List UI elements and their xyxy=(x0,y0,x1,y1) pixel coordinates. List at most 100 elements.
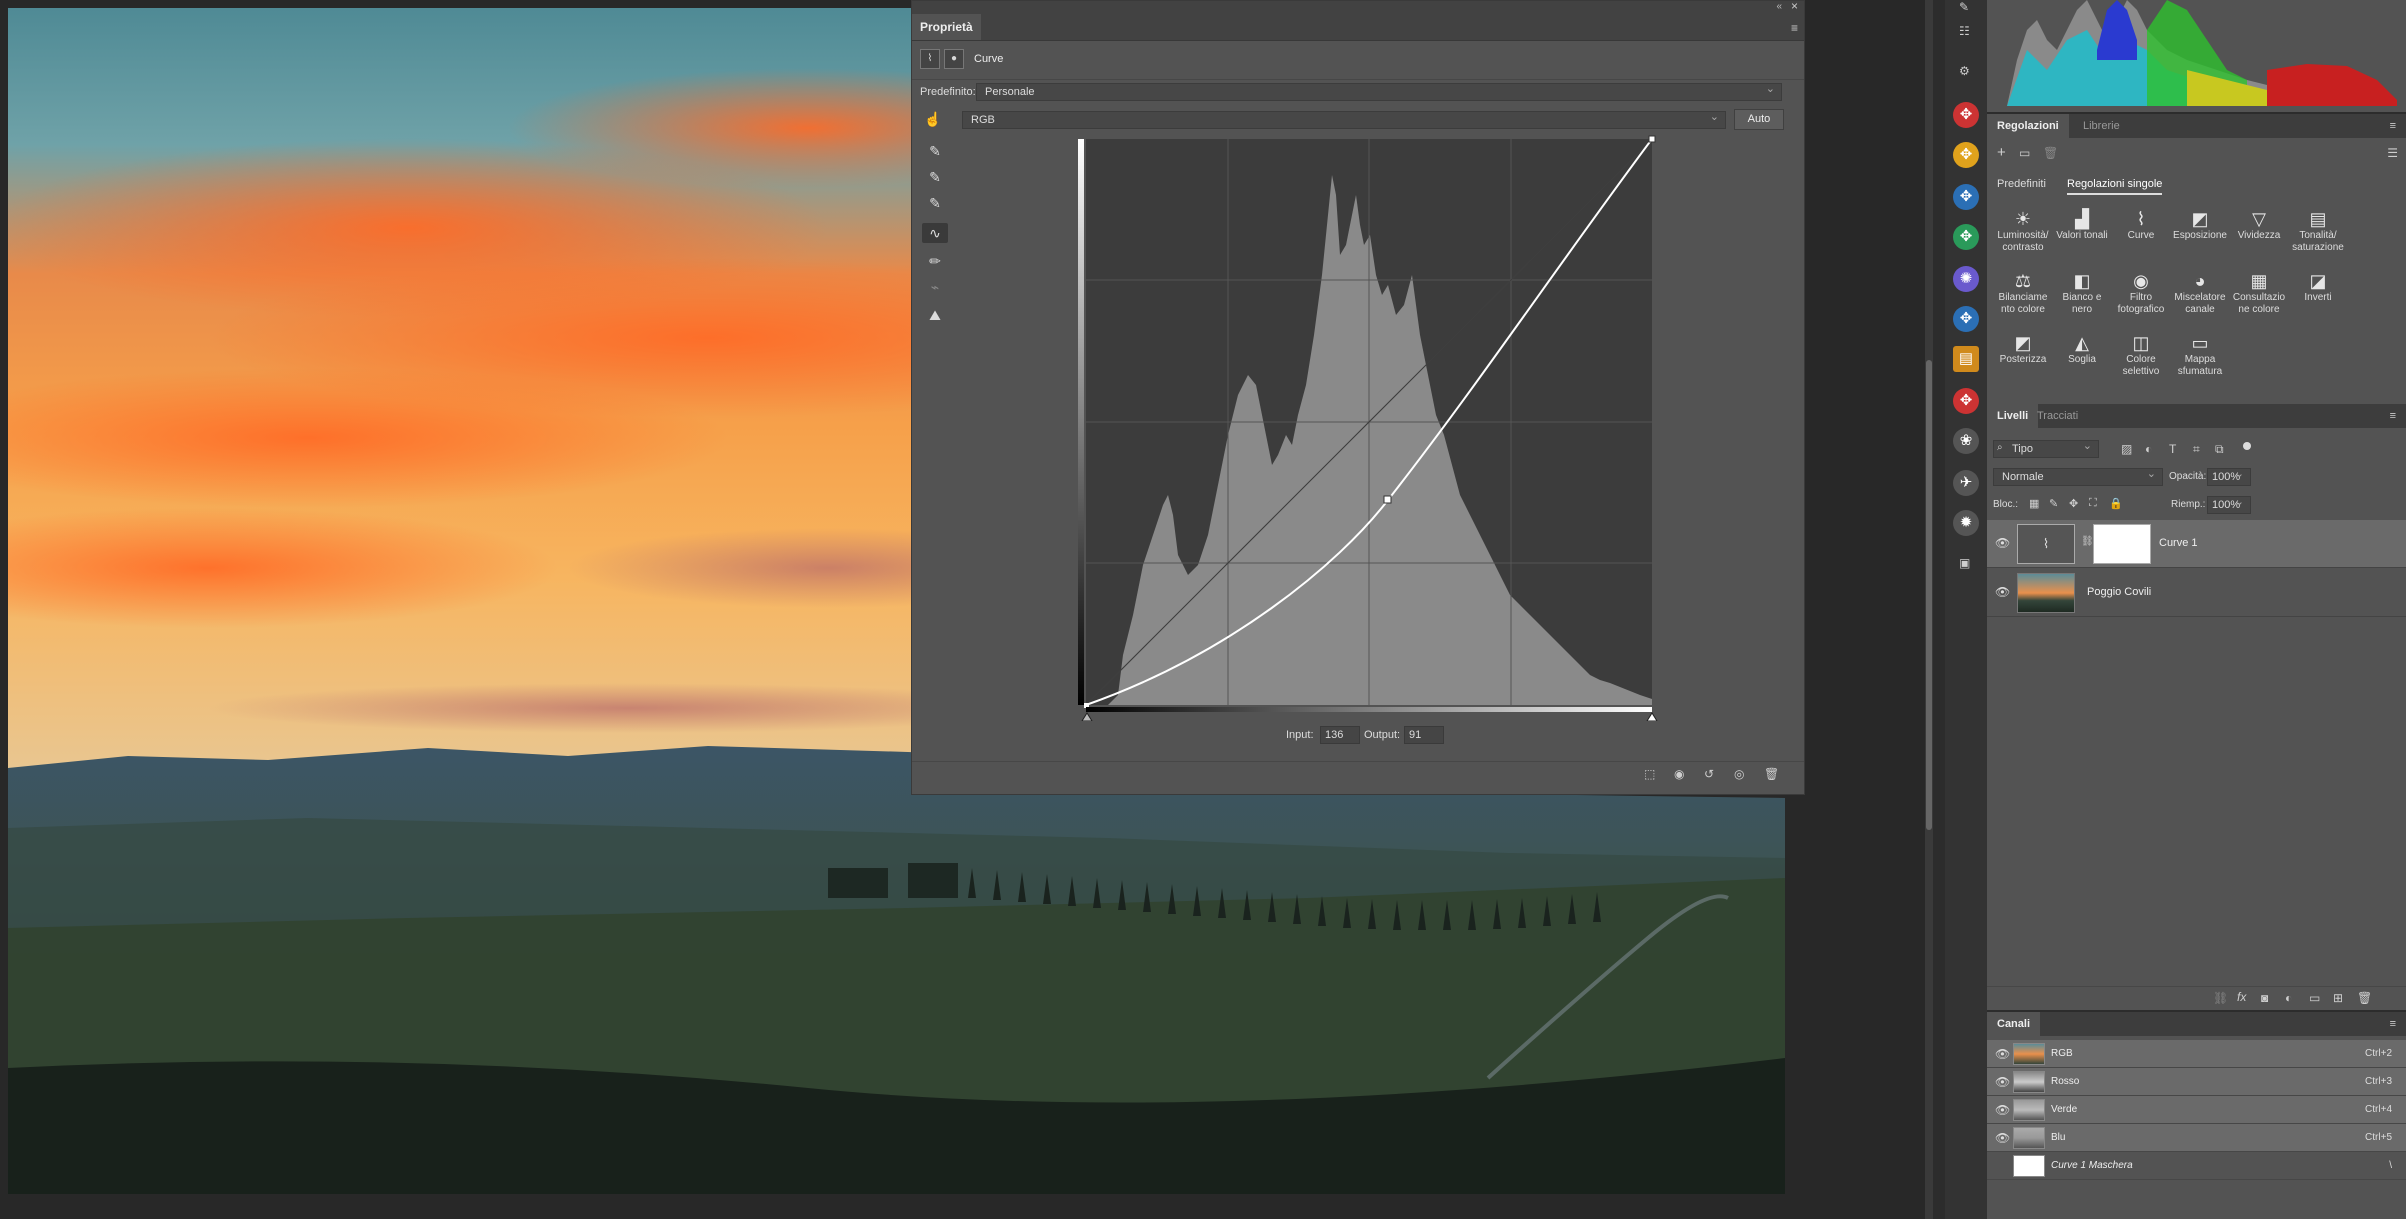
list-view-icon[interactable]: ☰ xyxy=(2387,146,2398,160)
canvas-scroll-thumb[interactable] xyxy=(1926,360,1932,830)
adjustment-gradient-map[interactable]: ▭ Mappa sfumatura xyxy=(2170,332,2230,378)
tab-libraries[interactable]: Librerie xyxy=(2073,114,2130,138)
tab-paths[interactable]: Tracciati xyxy=(2027,404,2088,428)
eye-icon[interactable]: 👁 xyxy=(1995,1131,2010,1145)
plugin-green-icon[interactable]: ✥ xyxy=(1953,224,1979,250)
lock-position-icon[interactable]: ✥ xyxy=(2069,497,2078,510)
link-icon[interactable]: ⛓ xyxy=(2081,536,2094,547)
adjustment-selective-color[interactable]: ◫ Colore selettivo xyxy=(2111,332,2171,378)
edit-points-icon[interactable]: ∿ xyxy=(922,223,948,243)
canvas-scrollbar[interactable] xyxy=(1925,0,1933,1219)
channel-row[interactable]: 👁 Verde Ctrl+4 xyxy=(1987,1096,2406,1124)
trash-icon[interactable]: 🗑 xyxy=(2043,146,2058,160)
gray-point-eyedropper-icon[interactable]: ✎ xyxy=(922,167,948,187)
filter-pixel-icon[interactable]: ▨ xyxy=(2121,442,2132,456)
black-point-eyedropper-icon[interactable]: ✎ xyxy=(922,141,948,161)
lock-artboard-icon[interactable]: ⛶ xyxy=(2089,497,2097,510)
brush-settings-icon[interactable]: ✎ xyxy=(1959,0,1969,14)
collapse-icon[interactable]: « xyxy=(1776,1,1782,12)
panel-menu-icon[interactable]: ≡ xyxy=(2380,404,2406,428)
panel-menu-icon[interactable]: ≡ xyxy=(2380,1012,2406,1036)
white-point[interactable] xyxy=(1648,135,1656,143)
adjustment-hue-saturation[interactable]: ▤ Tonalità/ saturazione xyxy=(2288,208,2348,254)
sliders-icon[interactable]: ☷ xyxy=(1959,24,1970,38)
adjustment-posterize[interactable]: ◩ Posterizza xyxy=(1993,332,2053,366)
new-adjustment-icon[interactable]: ◐ xyxy=(2285,991,2292,1005)
lock-image-icon[interactable]: ✎ xyxy=(2049,497,2058,510)
auto-button[interactable]: Auto xyxy=(1734,109,1784,130)
subtab-presets[interactable]: Predefiniti xyxy=(1997,178,2046,190)
layer-name[interactable]: Poggio Covili xyxy=(2087,586,2151,598)
channel-row[interactable]: 👁 Rosso Ctrl+3 xyxy=(1987,1068,2406,1096)
plugin-box-icon[interactable]: ▣ xyxy=(1959,556,1970,570)
subtab-single-adjustments[interactable]: Regolazioni singole xyxy=(2067,178,2163,195)
new-group-icon[interactable]: ▭ xyxy=(2309,991,2320,1005)
filter-toggle-icon[interactable] xyxy=(2243,442,2251,450)
fx-icon[interactable]: fx xyxy=(2237,990,2246,1004)
white-point-eyedropper-icon[interactable]: ✎ xyxy=(922,193,948,213)
plugin-yellow-icon[interactable]: ✥ xyxy=(1953,142,1979,168)
smooth-curve-icon[interactable]: ⌁ xyxy=(922,277,948,297)
adjustment-threshold[interactable]: ◭ Soglia xyxy=(2052,332,2112,366)
targeted-adjust-icon[interactable]: ☝ xyxy=(920,109,946,129)
panel-menu-icon[interactable]: ≡ xyxy=(2380,114,2406,138)
eye-icon[interactable]: 👁 xyxy=(1995,536,2010,550)
reset-icon[interactable]: ↺ xyxy=(1704,767,1714,781)
layer-filter-select[interactable]: Tipo xyxy=(1993,438,2099,458)
filter-shape-icon[interactable]: ⌗ xyxy=(2193,442,2200,457)
eye-icon[interactable]: 👁 xyxy=(1995,585,2010,599)
filter-adjustment-icon[interactable]: ◐ xyxy=(2145,442,2152,456)
plugin-red2-icon[interactable]: ✥ xyxy=(1953,388,1979,414)
filter-type-icon[interactable]: T xyxy=(2169,442,2176,456)
channel-row[interactable]: 👁 RGB Ctrl+2 xyxy=(1987,1040,2406,1068)
layer-mask-thumbnail[interactable] xyxy=(2093,524,2151,564)
tab-channels[interactable]: Canali xyxy=(1987,1012,2041,1036)
folder-icon[interactable]: ▭ xyxy=(2019,146,2030,160)
channel-row[interactable]: Curve 1 Maschera \ xyxy=(1987,1152,2406,1180)
black-input-slider[interactable] xyxy=(1081,712,1093,721)
blend-mode-select[interactable]: Normale xyxy=(1993,466,2163,486)
curves-graph[interactable] xyxy=(1078,135,1666,721)
adjustment-color-balance[interactable]: ⚖ Bilanciame nto colore xyxy=(1993,270,2053,316)
adjustment-levels[interactable]: ▟ Valori tonali xyxy=(2052,208,2112,242)
white-input-slider[interactable] xyxy=(1646,712,1658,721)
input-field[interactable]: 136 xyxy=(1320,726,1360,744)
pencil-draw-icon[interactable]: ✏ xyxy=(922,251,948,271)
adjustment-invert[interactable]: ◪ Inverti xyxy=(2288,270,2348,304)
plugin-orange-icon[interactable]: ▤ xyxy=(1953,346,1979,372)
adjustment-exposure[interactable]: ◩ Esposizione xyxy=(2170,208,2230,242)
tool-presets-icon[interactable]: ⚙ xyxy=(1959,64,1970,78)
plugin-blue2-icon[interactable]: ✥ xyxy=(1953,306,1979,332)
new-layer-icon[interactable]: ⊞ xyxy=(2333,991,2343,1005)
panel-menu-icon[interactable]: ≡ xyxy=(1791,21,1798,35)
mask-icon[interactable]: ● xyxy=(944,49,964,69)
close-icon[interactable]: × xyxy=(1791,0,1798,13)
plugin-multicolor-icon[interactable]: ❀ xyxy=(1953,428,1979,454)
delete-icon[interactable]: 🗑 xyxy=(1764,767,1779,781)
clipping-warning-icon[interactable]: ⛰ xyxy=(922,305,948,325)
filter-smart-object-icon[interactable]: ⧉ xyxy=(2215,442,2224,457)
output-field[interactable]: 91 xyxy=(1404,726,1444,744)
eye-icon[interactable]: 👁 xyxy=(1995,1075,2010,1089)
layer-row-photo[interactable]: 👁 Poggio Covili xyxy=(1987,569,2406,617)
fill-field[interactable]: 100% xyxy=(2207,494,2251,514)
adjustment-photo-filter[interactable]: ◉ Filtro fotografico xyxy=(2111,270,2171,316)
channel-select[interactable]: RGB xyxy=(962,109,1726,129)
curves-adjustment-icon[interactable]: ⌇ xyxy=(920,49,940,69)
adjustment-curves[interactable]: ⌇ Curve xyxy=(2111,208,2171,242)
add-mask-icon[interactable]: ◙ xyxy=(2261,991,2268,1005)
view-previous-state-icon[interactable]: ◉ xyxy=(1674,767,1684,781)
plugin-bird-icon[interactable]: ✈ xyxy=(1953,470,1979,496)
layer-row-curves[interactable]: 👁 ⌇ ⛓ Curve 1 xyxy=(1987,520,2406,568)
opacity-field[interactable]: 100% xyxy=(2207,466,2251,486)
clip-to-layer-icon[interactable]: ⬚ xyxy=(1644,767,1655,781)
plugin-red-icon[interactable]: ✥ xyxy=(1953,102,1979,128)
adjustment-brightness[interactable]: ☀ Luminosità/ contrasto xyxy=(1993,208,2053,254)
lock-transparent-icon[interactable]: ▦ xyxy=(2029,497,2039,510)
plugin-fire-icon[interactable]: ✹ xyxy=(1953,510,1979,536)
adjustment-color-lookup[interactable]: ▦ Consultazio ne colore xyxy=(2229,270,2289,316)
eye-icon[interactable]: 👁 xyxy=(1995,1103,2010,1117)
visibility-icon[interactable]: ◎ xyxy=(1734,767,1744,781)
delete-layer-icon[interactable]: 🗑 xyxy=(2357,991,2372,1005)
tab-properties[interactable]: Proprietà xyxy=(912,14,981,40)
